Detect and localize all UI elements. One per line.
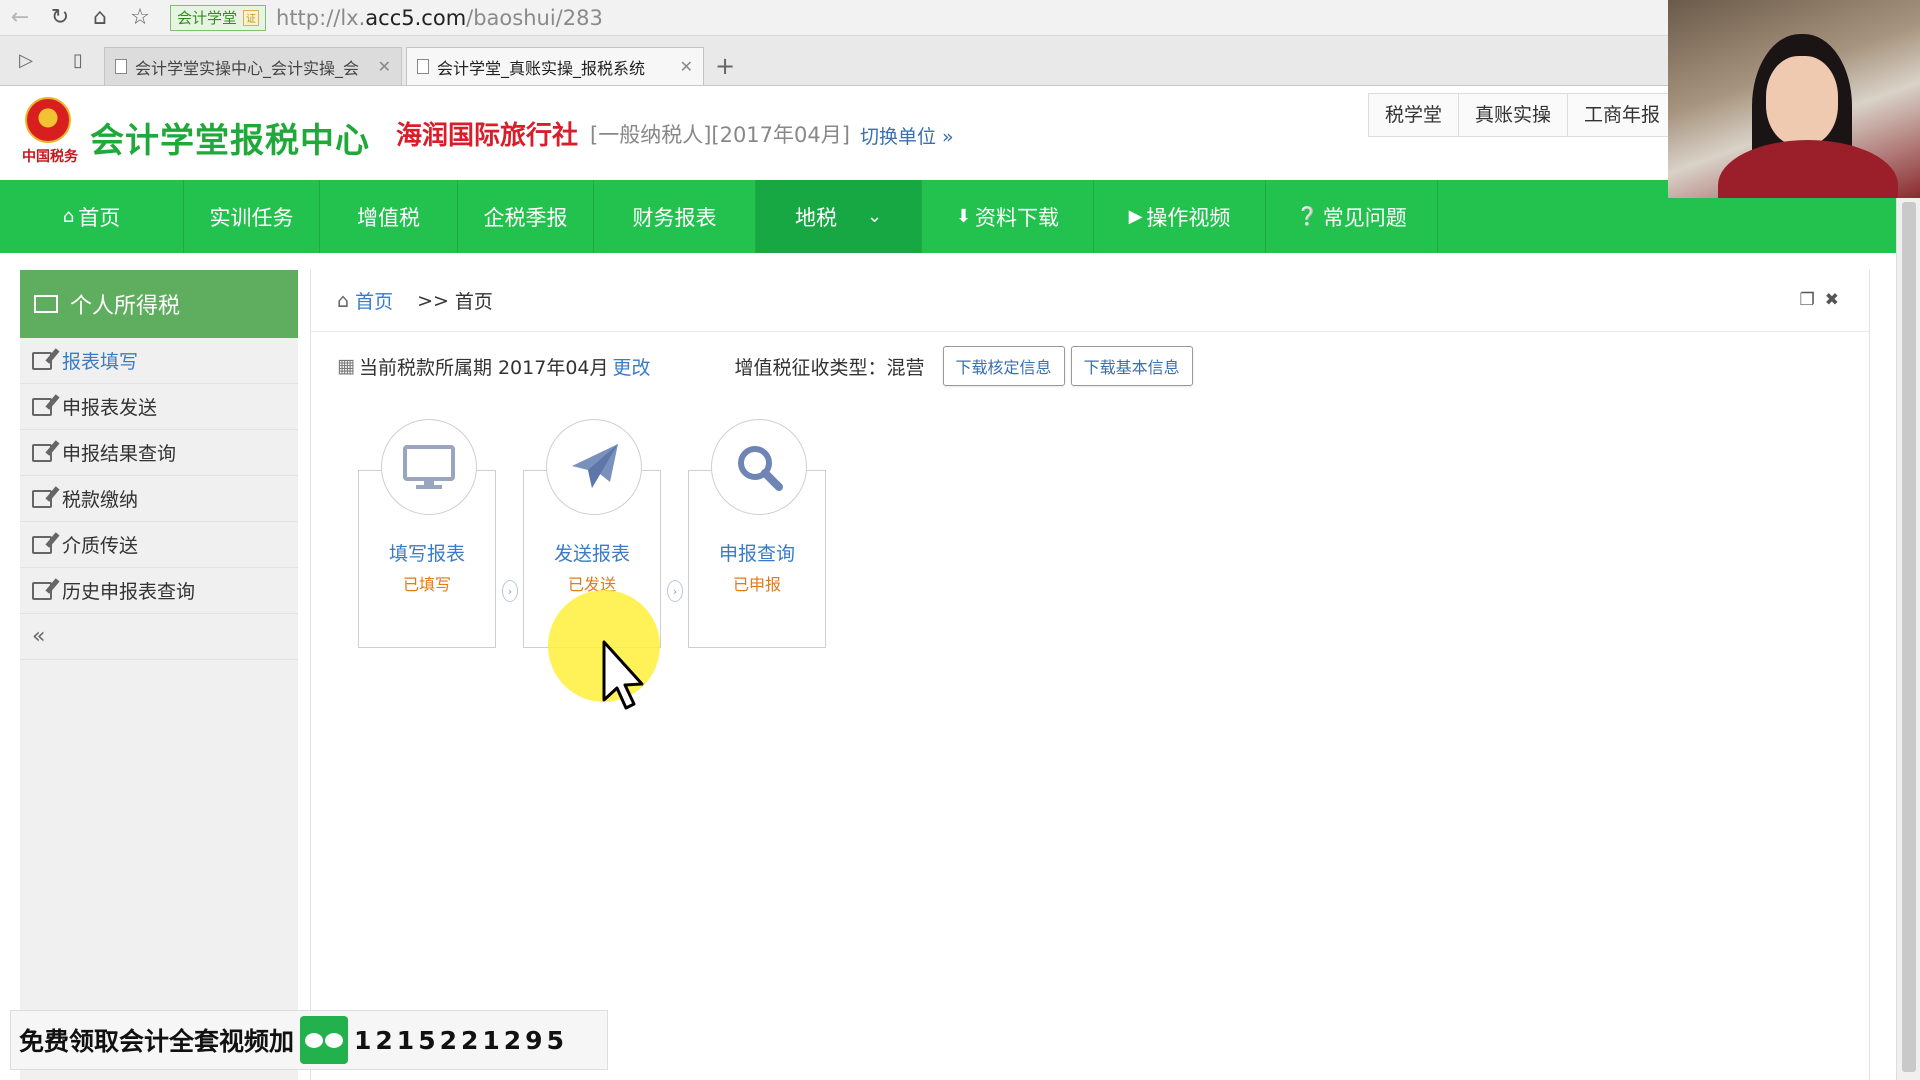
panel-tools: ❐ ✖	[1800, 290, 1840, 310]
new-tab-button[interactable]: +	[708, 47, 742, 85]
site-badge[interactable]: 会计学堂 证	[170, 4, 267, 31]
content-panel: ⌂ 首页 >> 首页 ❐ ✖ ▦ 当前税款所属期 2017年04月 更改 增值税…	[310, 270, 1870, 1080]
change-period-link[interactable]: 更改	[613, 353, 651, 380]
wechat-icon	[300, 1016, 349, 1064]
edit-icon	[32, 397, 52, 416]
monitor-icon	[403, 445, 455, 489]
sidebar-header: 个人所得税	[20, 270, 298, 338]
sidebar-collapse-button[interactable]: «	[20, 614, 298, 660]
url-field[interactable]: http://lx.acc5.com/baoshui/283	[276, 6, 603, 30]
reload-icon[interactable]: ↻	[40, 0, 80, 36]
sidebar-item-result-query[interactable]: 申报结果查询	[20, 430, 298, 476]
nav-download[interactable]: ⬇ 资料下载	[922, 180, 1094, 253]
promo-banner: 免费领取会计全套视频加 1215221295	[10, 1010, 608, 1070]
calendar-icon: ▦	[337, 355, 355, 377]
company-name: 海润国际旅行社	[396, 121, 579, 151]
download-icon: ⬇	[955, 206, 972, 227]
search-icon	[738, 446, 783, 491]
list-card-icon	[34, 295, 58, 313]
download-approved-info-button[interactable]: 下载核定信息	[942, 346, 1065, 386]
nav-financial-report[interactable]: 财务报表	[594, 180, 756, 253]
home-icon[interactable]: ⌂	[80, 0, 120, 36]
breadcrumb: ⌂ 首页 >> 首页	[311, 270, 1869, 332]
main-nav: ⌂ 首页 实训任务 增值税 企税季报 财务报表 地税 ⌄ ⬇ 资料下载 ▶ 操作…	[0, 180, 1900, 253]
certificate-icon: 证	[243, 9, 260, 26]
webcam-overlay	[1668, 0, 1920, 198]
top-link-gongshang[interactable]: 工商年报	[1568, 94, 1677, 136]
back-arrow-icon[interactable]: ←	[0, 0, 40, 36]
mouse-cursor-icon	[602, 640, 644, 710]
brand-title[interactable]: 会计学堂报税中心	[90, 113, 370, 162]
sidebar-item-media-transfer[interactable]: 介质传送	[20, 522, 298, 568]
top-link-zhenzhang[interactable]: 真账实操	[1459, 94, 1569, 136]
sidebar-item-history-query[interactable]: 历史申报表查询	[20, 568, 298, 614]
edit-icon	[32, 351, 52, 370]
browser-address-bar: ← ↻ ⌂ ☆ 会计学堂 证 http://lx.acc5.com/baoshu…	[0, 0, 1668, 36]
bookmark-icon[interactable]: ▯	[52, 35, 104, 85]
sidebar-item-send-report[interactable]: 申报表发送	[20, 384, 298, 430]
nav-vat[interactable]: 增值税	[320, 180, 458, 253]
step-query-report[interactable]: 申报查询 已申报	[688, 419, 826, 648]
edit-icon	[32, 443, 52, 462]
tax-emblem-logo: 中国税务	[22, 97, 78, 171]
question-icon: ❔	[1296, 206, 1319, 227]
play-icon: ▶	[1128, 206, 1143, 227]
restore-window-icon[interactable]: ❐	[1800, 290, 1815, 310]
browser-tab[interactable]: 会计学堂实操中心_会计实操_会 ✕	[104, 47, 402, 85]
emblem-icon	[25, 97, 71, 143]
top-link-shuixuetang[interactable]: 税学堂	[1369, 94, 1460, 136]
edit-icon	[32, 535, 52, 554]
edit-icon	[32, 489, 52, 508]
sidebar-item-fill-report[interactable]: 报表填写	[20, 338, 298, 384]
nav-local-tax[interactable]: 地税 ⌄	[756, 180, 922, 253]
nav-training[interactable]: 实训任务	[184, 180, 320, 253]
sidebar: 个人所得税 报表填写 申报表发送 申报结果查询 税款缴纳 介质传送 历史申报表查…	[20, 270, 298, 1080]
switch-unit-link[interactable]: 切换单位 »	[860, 122, 954, 149]
sidebar-toggle-icon[interactable]: ▷	[0, 35, 52, 85]
close-tab-icon[interactable]: ✕	[680, 57, 693, 76]
nav-home[interactable]: ⌂ 首页	[0, 180, 184, 253]
sidebar-item-tax-payment[interactable]: 税款缴纳	[20, 476, 298, 522]
nav-corp-tax[interactable]: 企税季报	[458, 180, 594, 253]
company-meta: [一般纳税人][2017年04月]	[590, 123, 850, 147]
top-links: 税学堂 真账实操 工商年报	[1368, 93, 1678, 137]
step-arrow-icon: ›	[667, 580, 683, 602]
edit-icon	[32, 581, 52, 600]
close-tab-icon[interactable]: ✕	[378, 57, 391, 76]
home-icon: ⌂	[337, 289, 350, 312]
document-icon	[115, 59, 127, 74]
document-icon	[417, 59, 429, 74]
chevron-down-icon: ⌄	[866, 206, 883, 227]
nav-video[interactable]: ▶ 操作视频	[1094, 180, 1266, 253]
browser-tab-bar: ▷ ▯ 会计学堂实操中心_会计实操_会 ✕ 会计学堂_真账实操_报税系统 ✕ +	[0, 36, 1668, 86]
site-header: 中国税务 会计学堂报税中心 海润国际旅行社 [一般纳税人][2017年04月] …	[0, 87, 1900, 180]
breadcrumb-home-link[interactable]: 首页	[355, 287, 393, 314]
nav-faq[interactable]: ❔ 常见问题	[1266, 180, 1438, 253]
close-icon[interactable]: ✖	[1825, 290, 1839, 310]
browser-tab-active[interactable]: 会计学堂_真账实操_报税系统 ✕	[406, 47, 704, 85]
step-fill-report[interactable]: 填写报表 已填写	[358, 419, 496, 648]
scrollbar-thumb[interactable]	[1902, 202, 1916, 1072]
page-scrollbar[interactable]	[1896, 198, 1920, 1080]
step-arrow-icon: ›	[502, 580, 518, 602]
info-row: ▦ 当前税款所属期 2017年04月 更改 增值税征收类型： 混营 下载核定信息…	[337, 346, 1193, 386]
star-icon[interactable]: ☆	[120, 0, 160, 36]
download-basic-info-button[interactable]: 下载基本信息	[1070, 346, 1193, 386]
paper-plane-icon	[572, 444, 618, 488]
home-icon: ⌂	[62, 206, 75, 227]
